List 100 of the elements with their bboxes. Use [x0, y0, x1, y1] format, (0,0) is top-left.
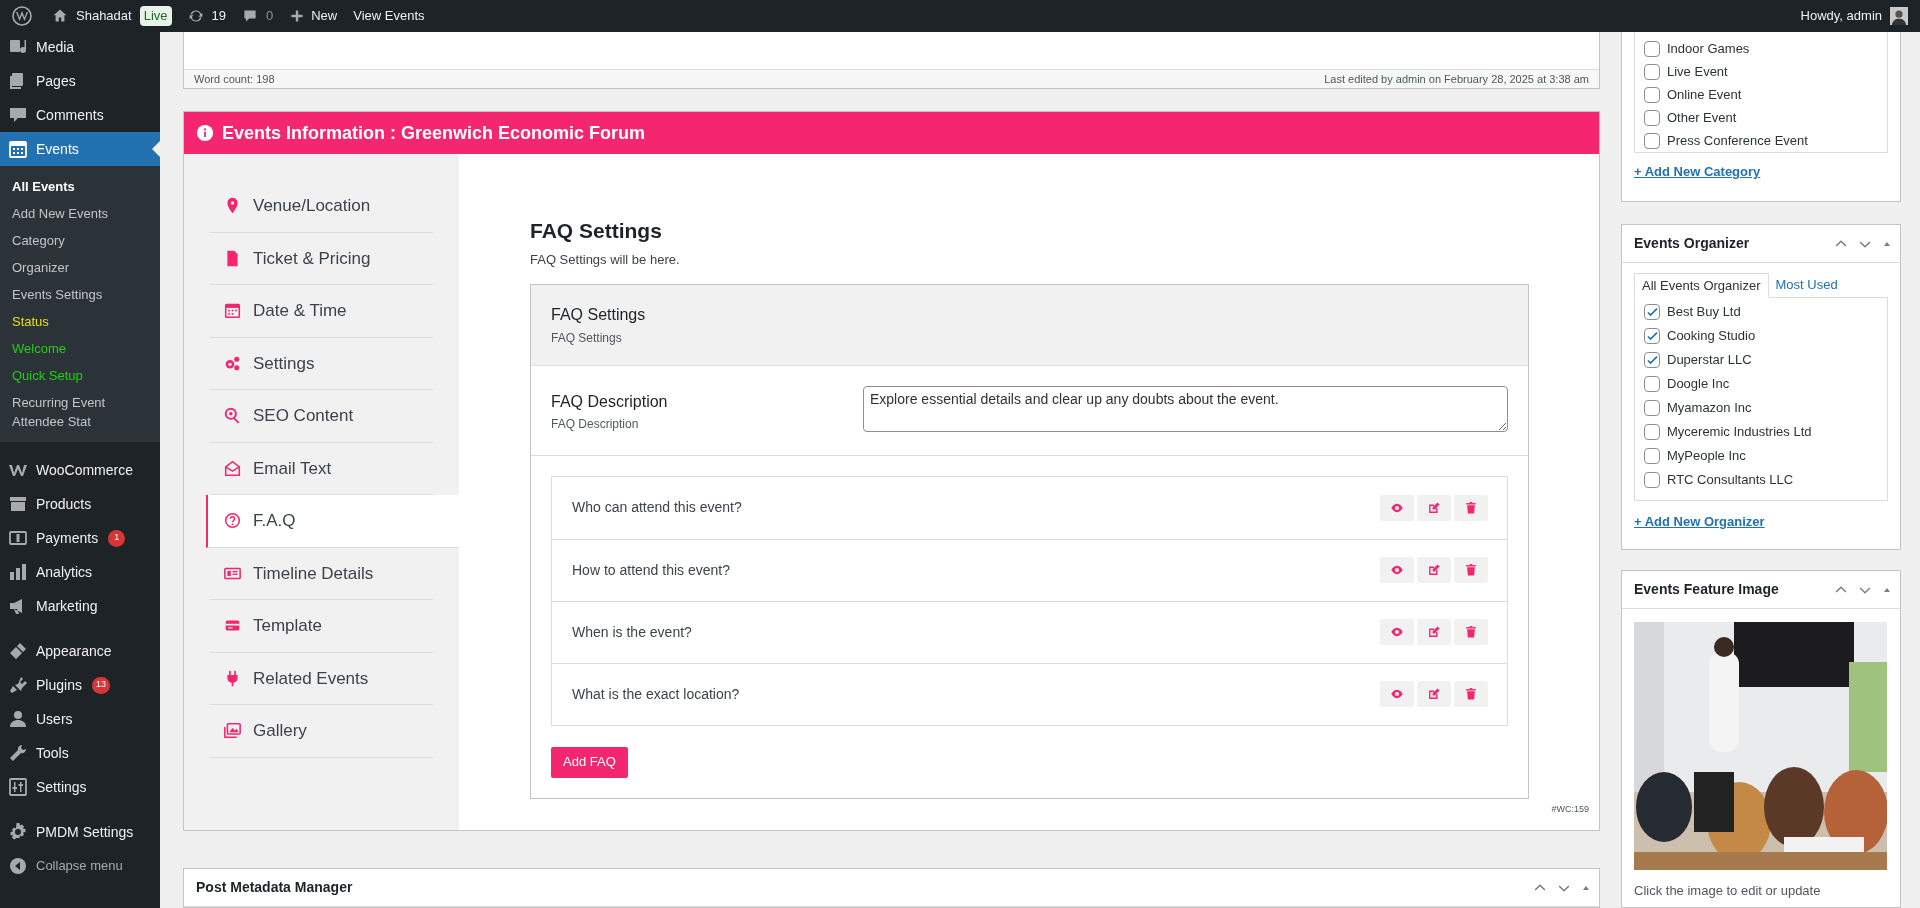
- submenu-item[interactable]: All Events: [0, 173, 160, 200]
- sidebar-item[interactable]: Tools: [0, 736, 160, 770]
- current-pointer-icon: [152, 141, 160, 157]
- view-button[interactable]: [1380, 619, 1414, 645]
- tab[interactable]: Settings: [210, 337, 433, 390]
- new-link[interactable]: New: [311, 6, 338, 26]
- description-field[interactable]: Explore essential details and clear up any doubts about the event.: [863, 385, 1508, 432]
- refresh-icon: [187, 8, 204, 24]
- checkbox-label: Doogle Inc: [1667, 375, 1730, 394]
- version-code: #WC:159: [1551, 802, 1589, 816]
- checkbox-label: RTC Consultants LLC: [1667, 471, 1794, 490]
- sidebar-item[interactable]: WooCommerce: [0, 453, 160, 487]
- submenu-item[interactable]: Add New Events: [0, 200, 160, 227]
- checkbox-label: Indoor Games: [1667, 39, 1750, 58]
- faq-row[interactable]: How to attend this event?: [552, 538, 1507, 601]
- trash-icon: [1464, 625, 1478, 639]
- delete-button[interactable]: [1454, 494, 1488, 521]
- sidebar-item[interactable]: Plugins 13: [0, 668, 160, 702]
- tab[interactable]: Ticket & Pricing: [210, 232, 433, 285]
- checkbox[interactable]: [1644, 448, 1660, 464]
- view-button[interactable]: [1380, 494, 1414, 521]
- howdy-link[interactable]: Howdy, admin: [1800, 6, 1882, 26]
- sidebar-item[interactable]: Pages: [0, 64, 160, 98]
- submenu-item[interactable]: Status: [0, 308, 160, 335]
- avatar-icon: [1890, 7, 1908, 25]
- add-organizer-link[interactable]: + Add New Organizer: [1634, 512, 1765, 532]
- faq-row[interactable]: Who can attend this event?: [552, 476, 1507, 539]
- count-badge: 13: [91, 676, 110, 694]
- sidebar-item[interactable]: Marketing: [0, 589, 160, 623]
- tab[interactable]: Template: [210, 600, 433, 653]
- checkbox[interactable]: [1644, 424, 1660, 440]
- delete-button[interactable]: [1454, 681, 1488, 707]
- checkbox[interactable]: [1644, 400, 1660, 416]
- comment-count[interactable]: 0: [266, 6, 274, 26]
- question-icon: [224, 512, 241, 530]
- delete-button[interactable]: [1454, 557, 1488, 583]
- user-icon: [8, 709, 28, 729]
- submenu-item[interactable]: Events Settings: [0, 281, 160, 308]
- checkbox[interactable]: [1644, 132, 1660, 149]
- tab[interactable]: Related Events: [210, 652, 433, 705]
- tab[interactable]: Date & Time: [210, 285, 433, 338]
- faq-row[interactable]: What is the exact location?: [552, 662, 1507, 725]
- sidebar-item[interactable]: Events: [0, 132, 160, 166]
- sidebar-item[interactable]: Analytics: [0, 555, 160, 589]
- sidebar-item[interactable]: Users: [0, 702, 160, 736]
- checkbox[interactable]: [1644, 86, 1660, 103]
- bar-chart-icon: [8, 562, 28, 582]
- tab[interactable]: SEO Content: [210, 390, 433, 443]
- submenu-item[interactable]: Quick Setup: [0, 362, 160, 389]
- sidebar-item[interactable]: Comments: [0, 98, 160, 132]
- checkbox[interactable]: [1644, 376, 1660, 392]
- edit-icon: [1427, 500, 1441, 515]
- section-title: FAQ Settings: [530, 218, 663, 244]
- delete-button[interactable]: [1454, 619, 1488, 645]
- edit-button[interactable]: [1417, 619, 1451, 645]
- archive-icon: [8, 494, 28, 514]
- edit-icon: [1427, 687, 1441, 701]
- view-button[interactable]: [1380, 557, 1414, 583]
- sidebar-item[interactable]: Payments 1: [0, 521, 160, 555]
- sidebar-item[interactable]: Appearance: [0, 634, 160, 668]
- tab[interactable]: All Events Organizer: [1634, 273, 1769, 298]
- submenu-item[interactable]: Welcome: [0, 335, 160, 362]
- tab[interactable]: Most Used: [1768, 273, 1845, 297]
- tab[interactable]: Gallery: [210, 705, 433, 758]
- tab[interactable]: Timeline Details: [210, 547, 433, 600]
- checkbox-label: Other Event: [1667, 108, 1737, 127]
- checkbox[interactable]: [1644, 352, 1660, 368]
- faq-row[interactable]: When is the event?: [552, 600, 1507, 663]
- edit-button[interactable]: [1417, 557, 1451, 583]
- edit-button[interactable]: [1417, 494, 1451, 521]
- trash-icon: [1464, 500, 1478, 515]
- view-events-link[interactable]: View Events: [353, 6, 425, 26]
- submenu-item[interactable]: Organizer: [0, 254, 160, 281]
- view-button[interactable]: [1380, 681, 1414, 707]
- checkbox[interactable]: [1644, 304, 1660, 320]
- checkbox[interactable]: [1644, 63, 1660, 80]
- tab[interactable]: Venue/Location: [210, 180, 433, 233]
- add-category-link[interactable]: + Add New Category: [1634, 162, 1761, 182]
- view-icon: [1390, 563, 1404, 577]
- checkbox[interactable]: [1644, 40, 1660, 57]
- submenu-item[interactable]: Recurring Event Attendee Stat: [0, 389, 160, 435]
- sidebar-item[interactable]: Media: [0, 30, 160, 64]
- checkbox[interactable]: [1644, 109, 1660, 126]
- checkbox-label: MyPeople Inc: [1667, 447, 1746, 466]
- check-icon: [1645, 353, 1659, 367]
- trash-icon: [1464, 563, 1478, 577]
- collapse-icon: [8, 856, 28, 876]
- sidebar-item[interactable]: PMDM Settings: [0, 815, 160, 849]
- site-name-link[interactable]: Shahadat: [76, 6, 132, 26]
- checkbox[interactable]: [1644, 472, 1660, 488]
- update-count[interactable]: 19: [211, 6, 226, 26]
- edit-button[interactable]: [1417, 681, 1451, 707]
- submenu-item[interactable]: Category: [0, 227, 160, 254]
- info-icon: [196, 124, 214, 142]
- tab[interactable]: F.A.Q: [206, 495, 459, 548]
- collapse-menu-button[interactable]: Collapse menu: [0, 849, 160, 883]
- checkbox[interactable]: [1644, 328, 1660, 344]
- sidebar-item[interactable]: Products: [0, 487, 160, 521]
- add-faq-button[interactable]: Add FAQ: [551, 746, 628, 778]
- sidebar-item[interactable]: Settings: [0, 770, 160, 804]
